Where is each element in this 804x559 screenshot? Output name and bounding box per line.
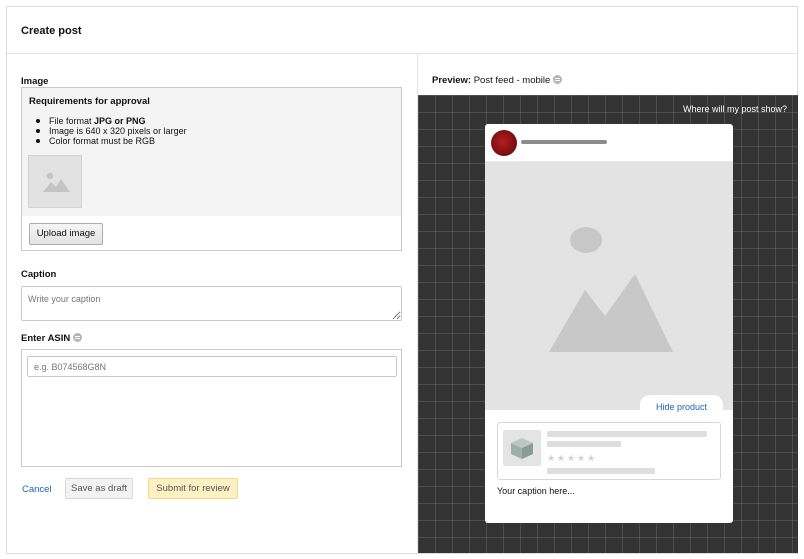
preview-canvas: Where will my post show? Hide product ★ …	[418, 95, 798, 553]
info-icon[interactable]	[73, 333, 83, 342]
star-icon: ★	[587, 453, 596, 463]
image-label: Image	[21, 76, 49, 87]
where-post-show-link[interactable]: Where will my post show?	[683, 104, 787, 114]
mobile-post-preview: Hide product ★★★★★ Your caption here	[485, 124, 733, 523]
requirement-color-format: Color format must be RGB	[36, 136, 187, 146]
page-title: Create post	[21, 25, 82, 37]
save-draft-button[interactable]: Save as draft	[65, 478, 133, 499]
asin-box	[21, 349, 402, 467]
requirement-file-format: File format JPG or PNG	[36, 116, 187, 126]
preview-label: Preview: Post feed - mobile	[432, 75, 563, 86]
product-thumbnail	[503, 430, 541, 466]
submit-review-button[interactable]: Submit for review	[148, 478, 238, 499]
info-icon[interactable]	[553, 75, 563, 84]
post-image-placeholder	[485, 162, 733, 410]
caption-label: Caption	[21, 269, 57, 280]
image-icon	[43, 172, 70, 192]
star-icon: ★	[567, 453, 576, 463]
create-post-panel: Create post Image Requirements for appro…	[6, 6, 798, 554]
image-thumbnail-placeholder	[28, 155, 82, 208]
image-upload-box: Requirements for approval File format JP…	[21, 87, 402, 251]
product-subtitle-placeholder	[547, 441, 621, 447]
requirements-title: Requirements for approval	[29, 96, 150, 107]
cancel-link[interactable]: Cancel	[22, 484, 52, 495]
hide-product-toggle[interactable]: Hide product	[640, 395, 723, 418]
panel-header: Create post	[7, 7, 797, 54]
star-icon: ★	[547, 453, 556, 463]
product-price-placeholder	[547, 468, 655, 474]
product-title-placeholder	[547, 431, 707, 437]
author-name-placeholder	[521, 140, 607, 144]
product-card: ★ ★ ★ ★ ★	[497, 422, 721, 480]
upload-image-button[interactable]: Upload image	[29, 223, 103, 245]
post-form: Image Requirements for approval File for…	[7, 54, 417, 553]
requirements-list: File format JPG or PNG Image is 640 x 32…	[36, 116, 187, 146]
star-icon: ★	[577, 453, 586, 463]
asin-label: Enter ASIN	[21, 333, 83, 344]
asin-input[interactable]	[27, 356, 397, 377]
caption-preview: Your caption here...	[497, 486, 575, 496]
image-icon	[549, 227, 673, 352]
preview-panel: Preview: Post feed - mobile Where will m…	[417, 54, 798, 553]
caption-input[interactable]	[21, 286, 402, 321]
box-icon	[511, 438, 533, 459]
star-icon: ★	[557, 453, 566, 463]
requirement-image-size: Image is 640 x 320 pixels or larger	[36, 126, 187, 136]
avatar	[491, 130, 517, 156]
